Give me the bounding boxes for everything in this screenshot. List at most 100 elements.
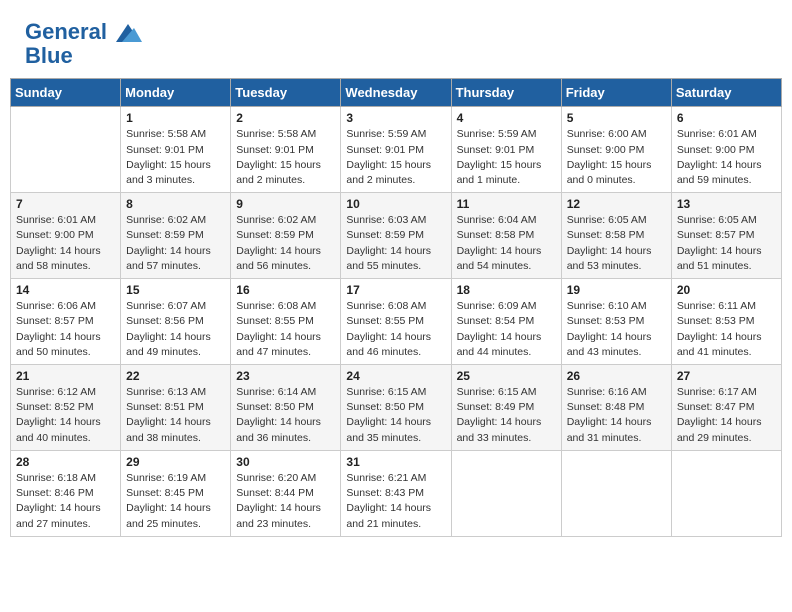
- day-number: 24: [346, 369, 445, 383]
- calendar-day-cell: 6 Sunrise: 6:01 AM Sunset: 9:00 PM Daylig…: [671, 107, 781, 193]
- calendar-week-row: 28Sunrise: 6:18 AM Sunset: 8:46 PM Dayli…: [11, 450, 782, 536]
- day-number: 18: [457, 283, 556, 297]
- day-info: Sunrise: 6:11 AM Sunset: 8:53 PM Dayligh…: [677, 299, 776, 360]
- day-number: 25: [457, 369, 556, 383]
- day-info: Sunrise: 6:05 AM Sunset: 8:58 PM Dayligh…: [567, 213, 666, 274]
- weekday-header: Sunday: [11, 79, 121, 107]
- day-info: Sunrise: 6:05 AM Sunset: 8:57 PM Dayligh…: [677, 213, 776, 274]
- calendar-day-cell: 3 Sunrise: 5:59 AM Sunset: 9:01 PM Daylig…: [341, 107, 451, 193]
- calendar-table: SundayMondayTuesdayWednesdayThursdayFrid…: [10, 78, 782, 536]
- calendar-day-cell: 19 Sunrise: 6:10 AM Sunset: 8:53 PM Dayli…: [561, 279, 671, 365]
- day-number: 21: [16, 369, 115, 383]
- day-info: Sunrise: 6:06 AM Sunset: 8:57 PM Dayligh…: [16, 299, 115, 360]
- day-number: 13: [677, 197, 776, 211]
- day-info: Sunrise: 6:07 AM Sunset: 8:56 PM Dayligh…: [126, 299, 225, 360]
- day-info: Sunrise: 6:17 AM Sunset: 8:47 PM Dayligh…: [677, 385, 776, 446]
- day-number: 9: [236, 197, 335, 211]
- day-number: 30: [236, 455, 335, 469]
- calendar-day-cell: 4 Sunrise: 5:59 AM Sunset: 9:01 PM Daylig…: [451, 107, 561, 193]
- calendar-day-cell: 28Sunrise: 6:18 AM Sunset: 8:46 PM Dayli…: [11, 450, 121, 536]
- logo-text: General: [25, 20, 142, 44]
- day-number: 15: [126, 283, 225, 297]
- calendar-day-cell: 18 Sunrise: 6:09 AM Sunset: 8:54 PM Dayli…: [451, 279, 561, 365]
- day-number: 12: [567, 197, 666, 211]
- day-number: 31: [346, 455, 445, 469]
- weekday-header: Monday: [121, 79, 231, 107]
- logo-icon: [114, 22, 142, 44]
- day-info: Sunrise: 6:04 AM Sunset: 8:58 PM Dayligh…: [457, 213, 556, 274]
- day-number: 7: [16, 197, 115, 211]
- calendar-day-cell: [561, 450, 671, 536]
- day-info: Sunrise: 6:14 AM Sunset: 8:50 PM Dayligh…: [236, 385, 335, 446]
- weekday-header: Friday: [561, 79, 671, 107]
- calendar-week-row: 1 Sunrise: 5:58 AM Sunset: 9:01 PM Daylig…: [11, 107, 782, 193]
- day-info: Sunrise: 6:20 AM Sunset: 8:44 PM Dayligh…: [236, 471, 335, 532]
- calendar-day-cell: 10Sunrise: 6:03 AM Sunset: 8:59 PM Dayli…: [341, 193, 451, 279]
- day-info: Sunrise: 6:02 AM Sunset: 8:59 PM Dayligh…: [126, 213, 225, 274]
- calendar-day-cell: 22Sunrise: 6:13 AM Sunset: 8:51 PM Dayli…: [121, 365, 231, 451]
- day-number: 17: [346, 283, 445, 297]
- calendar-day-cell: 24Sunrise: 6:15 AM Sunset: 8:50 PM Dayli…: [341, 365, 451, 451]
- day-number: 4: [457, 111, 556, 125]
- day-info: Sunrise: 6:21 AM Sunset: 8:43 PM Dayligh…: [346, 471, 445, 532]
- calendar-day-cell: 16 Sunrise: 6:08 AM Sunset: 8:55 PM Dayli…: [231, 279, 341, 365]
- calendar-week-row: 14Sunrise: 6:06 AM Sunset: 8:57 PM Dayli…: [11, 279, 782, 365]
- calendar-day-cell: 11Sunrise: 6:04 AM Sunset: 8:58 PM Dayli…: [451, 193, 561, 279]
- day-number: 23: [236, 369, 335, 383]
- calendar-day-cell: [451, 450, 561, 536]
- logo: General Blue: [25, 20, 142, 68]
- calendar-day-cell: 25Sunrise: 6:15 AM Sunset: 8:49 PM Dayli…: [451, 365, 561, 451]
- day-info: Sunrise: 6:01 AM Sunset: 9:00 PM Dayligh…: [16, 213, 115, 274]
- logo-blue: Blue: [25, 44, 142, 68]
- calendar-day-cell: 13 Sunrise: 6:05 AM Sunset: 8:57 PM Dayli…: [671, 193, 781, 279]
- logo-general: General: [25, 19, 107, 44]
- calendar-day-cell: 2 Sunrise: 5:58 AM Sunset: 9:01 PM Daylig…: [231, 107, 341, 193]
- day-info: Sunrise: 6:10 AM Sunset: 8:53 PM Dayligh…: [567, 299, 666, 360]
- calendar-day-cell: 21 Sunrise: 6:12 AM Sunset: 8:52 PM Dayli…: [11, 365, 121, 451]
- calendar-day-cell: 14Sunrise: 6:06 AM Sunset: 8:57 PM Dayli…: [11, 279, 121, 365]
- day-info: Sunrise: 6:08 AM Sunset: 8:55 PM Dayligh…: [236, 299, 335, 360]
- day-info: Sunrise: 6:00 AM Sunset: 9:00 PM Dayligh…: [567, 127, 666, 188]
- calendar-day-cell: 7 Sunrise: 6:01 AM Sunset: 9:00 PM Daylig…: [11, 193, 121, 279]
- calendar-day-cell: 30 Sunrise: 6:20 AM Sunset: 8:44 PM Dayli…: [231, 450, 341, 536]
- calendar-week-row: 21 Sunrise: 6:12 AM Sunset: 8:52 PM Dayli…: [11, 365, 782, 451]
- day-info: Sunrise: 5:58 AM Sunset: 9:01 PM Dayligh…: [126, 127, 225, 188]
- day-info: Sunrise: 6:09 AM Sunset: 8:54 PM Dayligh…: [457, 299, 556, 360]
- calendar-day-cell: 17 Sunrise: 6:08 AM Sunset: 8:55 PM Dayli…: [341, 279, 451, 365]
- day-number: 28: [16, 455, 115, 469]
- day-info: Sunrise: 6:12 AM Sunset: 8:52 PM Dayligh…: [16, 385, 115, 446]
- calendar-day-cell: 8Sunrise: 6:02 AM Sunset: 8:59 PM Daylig…: [121, 193, 231, 279]
- calendar-week-row: 7 Sunrise: 6:01 AM Sunset: 9:00 PM Daylig…: [11, 193, 782, 279]
- day-number: 1: [126, 111, 225, 125]
- day-number: 16: [236, 283, 335, 297]
- day-info: Sunrise: 5:59 AM Sunset: 9:01 PM Dayligh…: [346, 127, 445, 188]
- day-info: Sunrise: 6:01 AM Sunset: 9:00 PM Dayligh…: [677, 127, 776, 188]
- day-number: 5: [567, 111, 666, 125]
- calendar-day-cell: 29 Sunrise: 6:19 AM Sunset: 8:45 PM Dayli…: [121, 450, 231, 536]
- day-info: Sunrise: 6:19 AM Sunset: 8:45 PM Dayligh…: [126, 471, 225, 532]
- day-info: Sunrise: 5:59 AM Sunset: 9:01 PM Dayligh…: [457, 127, 556, 188]
- weekday-header: Wednesday: [341, 79, 451, 107]
- day-number: 3: [346, 111, 445, 125]
- page-header: General Blue: [10, 10, 782, 73]
- calendar-day-cell: 31 Sunrise: 6:21 AM Sunset: 8:43 PM Dayli…: [341, 450, 451, 536]
- calendar-header-row: SundayMondayTuesdayWednesdayThursdayFrid…: [11, 79, 782, 107]
- day-info: Sunrise: 6:02 AM Sunset: 8:59 PM Dayligh…: [236, 213, 335, 274]
- day-info: Sunrise: 6:13 AM Sunset: 8:51 PM Dayligh…: [126, 385, 225, 446]
- calendar-day-cell: 26Sunrise: 6:16 AM Sunset: 8:48 PM Dayli…: [561, 365, 671, 451]
- day-info: Sunrise: 5:58 AM Sunset: 9:01 PM Dayligh…: [236, 127, 335, 188]
- calendar-day-cell: 9 Sunrise: 6:02 AM Sunset: 8:59 PM Daylig…: [231, 193, 341, 279]
- day-number: 27: [677, 369, 776, 383]
- day-number: 19: [567, 283, 666, 297]
- weekday-header: Saturday: [671, 79, 781, 107]
- calendar-day-cell: [671, 450, 781, 536]
- day-number: 29: [126, 455, 225, 469]
- calendar-day-cell: 20Sunrise: 6:11 AM Sunset: 8:53 PM Dayli…: [671, 279, 781, 365]
- calendar-day-cell: 5 Sunrise: 6:00 AM Sunset: 9:00 PM Daylig…: [561, 107, 671, 193]
- day-info: Sunrise: 6:03 AM Sunset: 8:59 PM Dayligh…: [346, 213, 445, 274]
- day-number: 2: [236, 111, 335, 125]
- day-number: 6: [677, 111, 776, 125]
- day-info: Sunrise: 6:08 AM Sunset: 8:55 PM Dayligh…: [346, 299, 445, 360]
- calendar-day-cell: 15 Sunrise: 6:07 AM Sunset: 8:56 PM Dayli…: [121, 279, 231, 365]
- calendar-day-cell: 23 Sunrise: 6:14 AM Sunset: 8:50 PM Dayli…: [231, 365, 341, 451]
